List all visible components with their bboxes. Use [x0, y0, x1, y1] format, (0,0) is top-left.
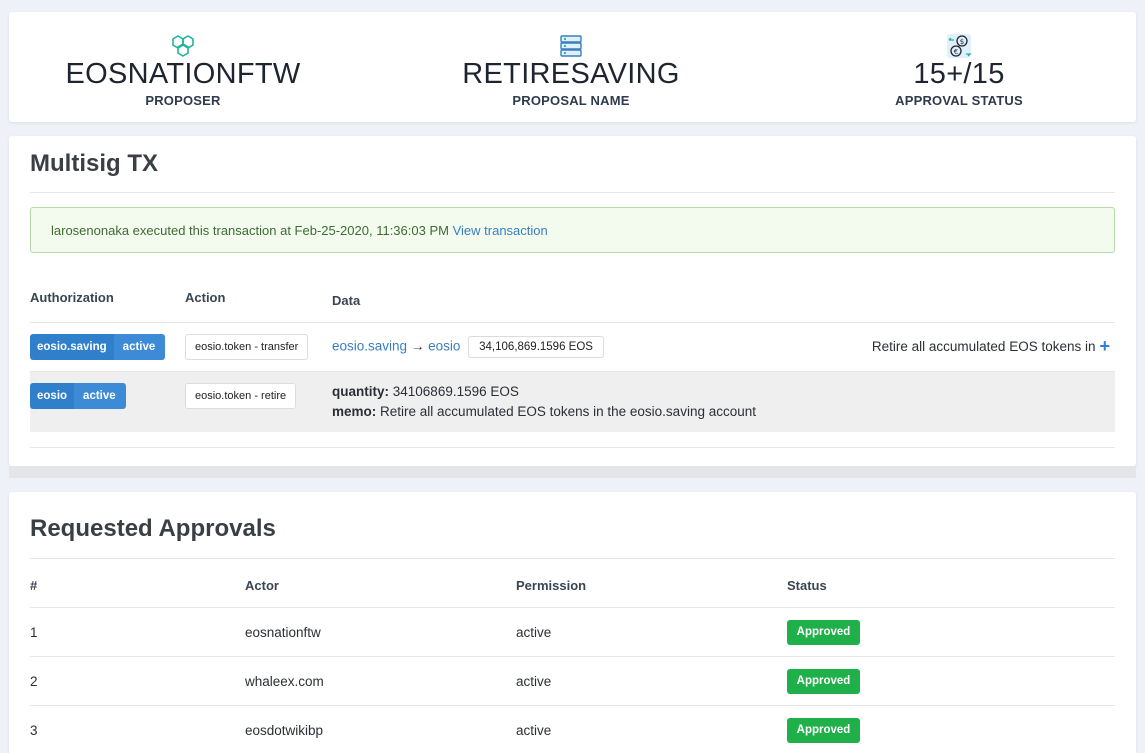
proposer-label: PROPOSER	[145, 93, 221, 108]
quantity-value: 34106869.1596 EOS	[392, 384, 519, 399]
execution-notice-text: larosenonaka executed this transaction a…	[51, 223, 449, 238]
approvals-title: Requested Approvals	[30, 515, 276, 542]
num-header: #	[30, 578, 38, 593]
to-account-link[interactable]: eosio	[428, 339, 460, 354]
data-header: Data	[332, 293, 361, 308]
svg-text:€: €	[954, 48, 958, 56]
expand-plus-icon[interactable]: +	[1099, 336, 1110, 356]
view-transaction-link[interactable]: View transaction	[453, 223, 548, 238]
proposer-value: EOSNATIONFTW	[65, 58, 301, 90]
currency-exchange-icon: $ €	[947, 34, 972, 58]
multisig-card: Multisig TX larosenonaka executed this t…	[9, 136, 1136, 466]
transfer-data: eosio.saving → eosio 34,106,869.1596 EOS	[332, 336, 604, 358]
divider	[30, 447, 1115, 448]
approval-num: 1	[30, 625, 38, 640]
approved-badge: Approved	[787, 669, 860, 694]
proposal-name-stat: RETIRESAVING PROPOSAL NAME	[401, 12, 741, 122]
execution-notice: larosenonaka executed this transaction a…	[30, 207, 1115, 253]
divider	[30, 322, 1115, 323]
authorization-actor: eosio.saving	[30, 334, 114, 360]
divider	[30, 705, 1115, 706]
arrow-icon: →	[410, 338, 425, 354]
from-account-link[interactable]: eosio.saving	[332, 339, 407, 354]
divider	[30, 192, 1115, 193]
memo-preview: Retire all accumulated EOS tokens in +	[872, 336, 1110, 357]
action-pill: eosio.token - retire	[185, 383, 297, 409]
proposer-stat: EOSNATIONFTW PROPOSER	[13, 12, 353, 122]
proposal-name-value: RETIRESAVING	[462, 58, 680, 90]
approval-permission: active	[516, 674, 552, 689]
multisig-title: Multisig TX	[30, 150, 158, 177]
approval-actor-link[interactable]: whaleex.com	[245, 674, 324, 689]
action-pill: eosio.token - transfer	[185, 334, 309, 360]
actor-header: Actor	[245, 578, 279, 593]
quantity-label: quantity:	[332, 384, 389, 399]
proposal-summary-card: EOSNATIONFTW PROPOSER RETIRESAVING PROPO…	[9, 12, 1136, 122]
card-footer-bar	[9, 466, 1136, 478]
authorization-header: Authorization	[30, 290, 114, 305]
approval-num: 2	[30, 674, 38, 689]
approval-permission: active	[516, 625, 552, 640]
status-header: Status	[787, 578, 827, 593]
memo-preview-text: Retire all accumulated EOS tokens in	[871, 339, 1096, 354]
approval-status-label: APPROVAL STATUS	[895, 93, 1023, 108]
approved-badge: Approved	[787, 718, 860, 743]
permission-header: Permission	[516, 578, 587, 593]
authorization-badge: eosio.saving active	[30, 334, 166, 360]
approval-permission: active	[516, 723, 552, 738]
authorization-actor: eosio	[30, 383, 75, 409]
approval-status-value: 15+/15	[913, 58, 1005, 90]
approval-actor-link[interactable]: eosnationftw	[245, 625, 321, 640]
server-icon	[560, 35, 582, 57]
retire-quantity: quantity: 34106869.1596 EOS	[332, 384, 519, 399]
cubes-icon	[172, 35, 194, 57]
retire-memo: memo: Retire all accumulated EOS tokens …	[332, 404, 756, 419]
proposal-name-label: PROPOSAL NAME	[512, 93, 630, 108]
memo-value: Retire all accumulated EOS tokens in the…	[380, 404, 756, 419]
requested-approvals-card: Requested Approvals # Actor Permission S…	[9, 492, 1136, 753]
action-header: Action	[185, 290, 226, 305]
approval-actor-link[interactable]: eosdotwikibp	[245, 723, 323, 738]
authorization-badge: eosio active	[30, 383, 126, 409]
authorization-permission: active	[74, 383, 126, 409]
amount-pill: 34,106,869.1596 EOS	[468, 336, 604, 358]
authorization-permission: active	[113, 334, 166, 360]
approved-badge: Approved	[787, 620, 860, 645]
svg-text:$: $	[960, 38, 964, 46]
divider	[30, 607, 1115, 608]
approval-num: 3	[30, 723, 38, 738]
divider	[30, 558, 1115, 559]
approval-status-stat: $ € 15+/15 APPROVAL STATUS	[789, 12, 1129, 122]
divider	[30, 656, 1115, 657]
memo-label: memo:	[332, 404, 377, 419]
